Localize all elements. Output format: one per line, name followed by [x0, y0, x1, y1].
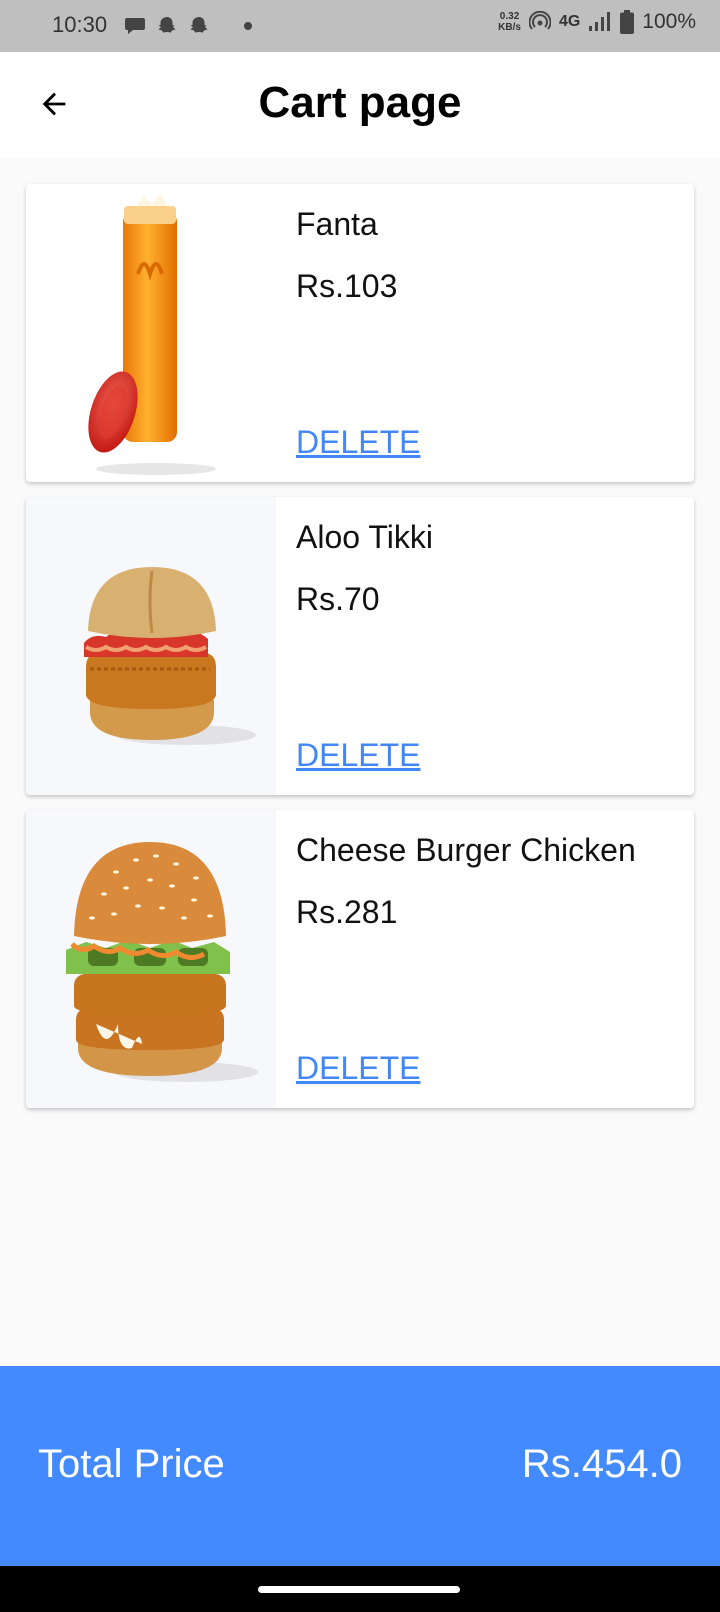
item-name: Aloo Tikki — [296, 519, 433, 555]
cheese-burger-chicken-image — [66, 842, 258, 1082]
total-price-value: Rs.454.0 — [521, 1442, 682, 1486]
item-price: Rs.70 — [296, 581, 380, 617]
network-speed: 0.32 KB/s — [498, 11, 521, 33]
message-icon — [125, 18, 145, 34]
item-image — [26, 184, 276, 482]
speed-unit: KB/s — [498, 22, 521, 33]
item-name: Cheese Burger Chicken — [296, 832, 636, 868]
page-title: Cart page — [258, 78, 462, 127]
hotspot-icon — [528, 11, 551, 30]
item-image — [26, 810, 276, 1108]
item-price: Rs.103 — [296, 268, 398, 304]
item-image — [26, 497, 276, 795]
network-type: 4G — [558, 13, 581, 30]
home-gesture-bar[interactable] — [258, 1586, 460, 1593]
fanta-drink-image — [88, 194, 216, 475]
battery-icon — [620, 10, 635, 34]
delete-button[interactable]: DELETE — [296, 424, 420, 461]
item-name: Fanta — [296, 206, 378, 242]
snapchat-icon — [158, 17, 176, 33]
delete-button[interactable]: DELETE — [296, 1050, 420, 1087]
status-bar: 10:30 0.32 KB/s 4G 100% — [0, 0, 720, 52]
signal-icon — [589, 12, 611, 31]
cart-item-card: Cheese Burger Chicken Rs.281 DELETE — [26, 810, 694, 1108]
notification-icons — [124, 15, 210, 37]
aloo-tikki-burger-image — [84, 567, 256, 745]
system-nav-bar — [0, 1566, 720, 1612]
total-price-label: Total Price — [38, 1442, 225, 1486]
speed-value: 0.32 — [499, 11, 520, 22]
notification-dot — [244, 22, 252, 30]
total-price-bar: Total Price Rs.454.0 — [0, 1366, 720, 1566]
delete-button[interactable]: DELETE — [296, 737, 420, 774]
item-price: Rs.281 — [296, 894, 398, 930]
status-right: 0.32 KB/s 4G 100% — [498, 10, 696, 34]
app-bar: Cart page — [0, 52, 720, 158]
battery-percent: 100% — [642, 10, 696, 33]
cart-item-card: Fanta Rs.103 DELETE — [26, 184, 694, 482]
cart-item-card: Aloo Tikki Rs.70 DELETE — [26, 497, 694, 795]
snapchat-icon — [190, 17, 208, 33]
status-time: 10:30 — [52, 12, 108, 37]
